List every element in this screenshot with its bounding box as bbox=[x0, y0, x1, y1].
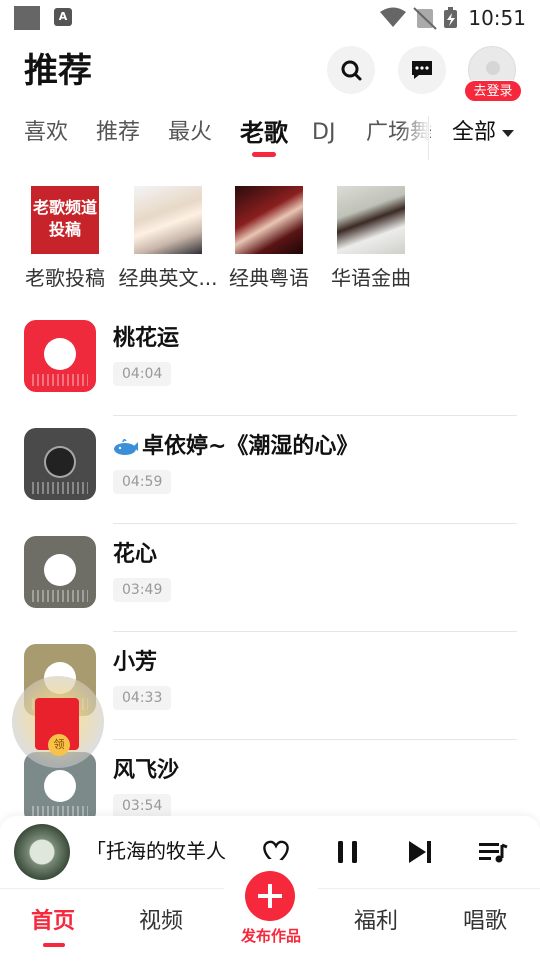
channel-label: 经典粤语 bbox=[229, 266, 309, 290]
disc-icon bbox=[44, 554, 76, 586]
bottom-nav: 首页 视频 发布作品 福利 唱歌 bbox=[0, 859, 540, 963]
song-row[interactable]: 花心 03:49 bbox=[0, 524, 540, 632]
waveform-icon bbox=[32, 590, 88, 602]
song-title: 桃花运 bbox=[113, 326, 180, 351]
tabs-fade bbox=[400, 112, 430, 160]
tab-all-dropdown[interactable]: 全部 bbox=[452, 118, 519, 148]
system-icons bbox=[380, 6, 460, 30]
notification-icon bbox=[14, 6, 40, 30]
song-cover bbox=[24, 536, 96, 608]
song-cover bbox=[24, 320, 96, 392]
tab-recommend[interactable]: 推荐 bbox=[96, 118, 140, 148]
battery-charging-icon bbox=[444, 7, 457, 28]
nav-video[interactable]: 视频 bbox=[139, 907, 183, 937]
nav-active-indicator bbox=[43, 943, 65, 947]
app-notification-icon: A bbox=[54, 8, 72, 26]
pause-icon bbox=[338, 841, 357, 863]
song-row[interactable]: 卓依婷~《潮湿的心》 04:59 bbox=[0, 416, 540, 524]
playlist-button[interactable] bbox=[472, 832, 512, 872]
song-duration: 04:33 bbox=[113, 686, 172, 710]
waveform-icon bbox=[32, 482, 88, 494]
caret-down-icon bbox=[502, 129, 515, 137]
channel-classic-english[interactable]: 经典英文... bbox=[115, 180, 221, 290]
playlist-icon bbox=[479, 843, 508, 863]
search-icon bbox=[341, 60, 362, 81]
waveform-icon bbox=[32, 374, 88, 386]
song-title: 卓依婷~《潮湿的心》 bbox=[113, 432, 358, 462]
no-sim-icon bbox=[413, 7, 437, 30]
channel-label: 老歌投稿 bbox=[25, 266, 105, 290]
pause-button[interactable] bbox=[328, 832, 368, 872]
category-tabs: 喜欢 推荐 最火 老歌 DJ 广场舞 全部 bbox=[0, 112, 540, 162]
tabs-divider bbox=[428, 116, 429, 160]
channel-classic-cantonese[interactable]: 经典粤语 bbox=[216, 180, 322, 290]
song-duration: 03:49 bbox=[113, 578, 172, 602]
publish-label: 发布作品 bbox=[240, 927, 301, 945]
status-bar: A 10:51 bbox=[0, 0, 540, 36]
song-duration: 04:59 bbox=[113, 470, 172, 494]
wifi-icon bbox=[380, 7, 406, 27]
song-cover bbox=[24, 428, 96, 500]
song-duration: 03:54 bbox=[113, 794, 172, 818]
song-title: 风飞沙 bbox=[113, 758, 180, 783]
channel-list: 老歌频道投稿 老歌投稿 经典英文... 经典粤语 华语金曲 bbox=[0, 180, 540, 300]
red-packet-button[interactable]: 领 bbox=[12, 676, 104, 768]
message-icon bbox=[412, 61, 432, 79]
active-tab-indicator bbox=[252, 152, 276, 157]
plus-icon bbox=[245, 871, 295, 921]
song-title: 花心 bbox=[113, 542, 158, 567]
header: 推荐 bbox=[0, 36, 540, 106]
disc-icon bbox=[44, 338, 76, 370]
nav-welfare[interactable]: 福利 bbox=[354, 907, 398, 937]
channel-label: 华语金曲 bbox=[331, 266, 411, 290]
channel-label: 经典英文... bbox=[118, 266, 218, 290]
channel-chinese-golden[interactable]: 华语金曲 bbox=[318, 180, 424, 290]
song-duration: 04:04 bbox=[113, 362, 172, 386]
channel-thumb bbox=[134, 186, 202, 254]
search-button[interactable] bbox=[327, 46, 375, 94]
tab-oldies[interactable]: 老歌 bbox=[240, 118, 288, 148]
whale-icon bbox=[114, 438, 138, 455]
login-badge[interactable]: 去登录 bbox=[464, 80, 522, 102]
clock: 10:51 bbox=[468, 6, 526, 30]
channel-thumb: 老歌频道投稿 bbox=[31, 186, 99, 254]
message-button[interactable] bbox=[398, 46, 446, 94]
skip-next-icon bbox=[409, 841, 431, 863]
page-title: 推荐 bbox=[24, 51, 92, 91]
channel-thumb bbox=[235, 186, 303, 254]
channel-thumb bbox=[337, 186, 405, 254]
song-title-text: 卓依婷~《潮湿的心》 bbox=[142, 434, 359, 459]
nav-sing[interactable]: 唱歌 bbox=[463, 907, 507, 937]
song-title: 小芳 bbox=[113, 650, 158, 675]
next-button[interactable] bbox=[400, 832, 440, 872]
nav-home[interactable]: 首页 bbox=[31, 907, 75, 937]
channel-oldies-submit[interactable]: 老歌频道投稿 老歌投稿 bbox=[12, 180, 118, 290]
player-cover bbox=[14, 824, 70, 880]
tab-hottest[interactable]: 最火 bbox=[168, 118, 212, 148]
song-row[interactable]: 桃花运 04:04 bbox=[0, 308, 540, 416]
player-song-title: 「托海的牧羊人 bbox=[86, 839, 226, 863]
disc-icon bbox=[44, 770, 76, 802]
red-packet-seal: 领 bbox=[48, 734, 70, 756]
disc-icon bbox=[44, 446, 76, 478]
tab-dj[interactable]: DJ bbox=[312, 118, 335, 148]
tab-likes[interactable]: 喜欢 bbox=[24, 118, 68, 148]
publish-button[interactable]: 发布作品 bbox=[219, 859, 323, 963]
tab-all-label: 全部 bbox=[452, 120, 497, 145]
